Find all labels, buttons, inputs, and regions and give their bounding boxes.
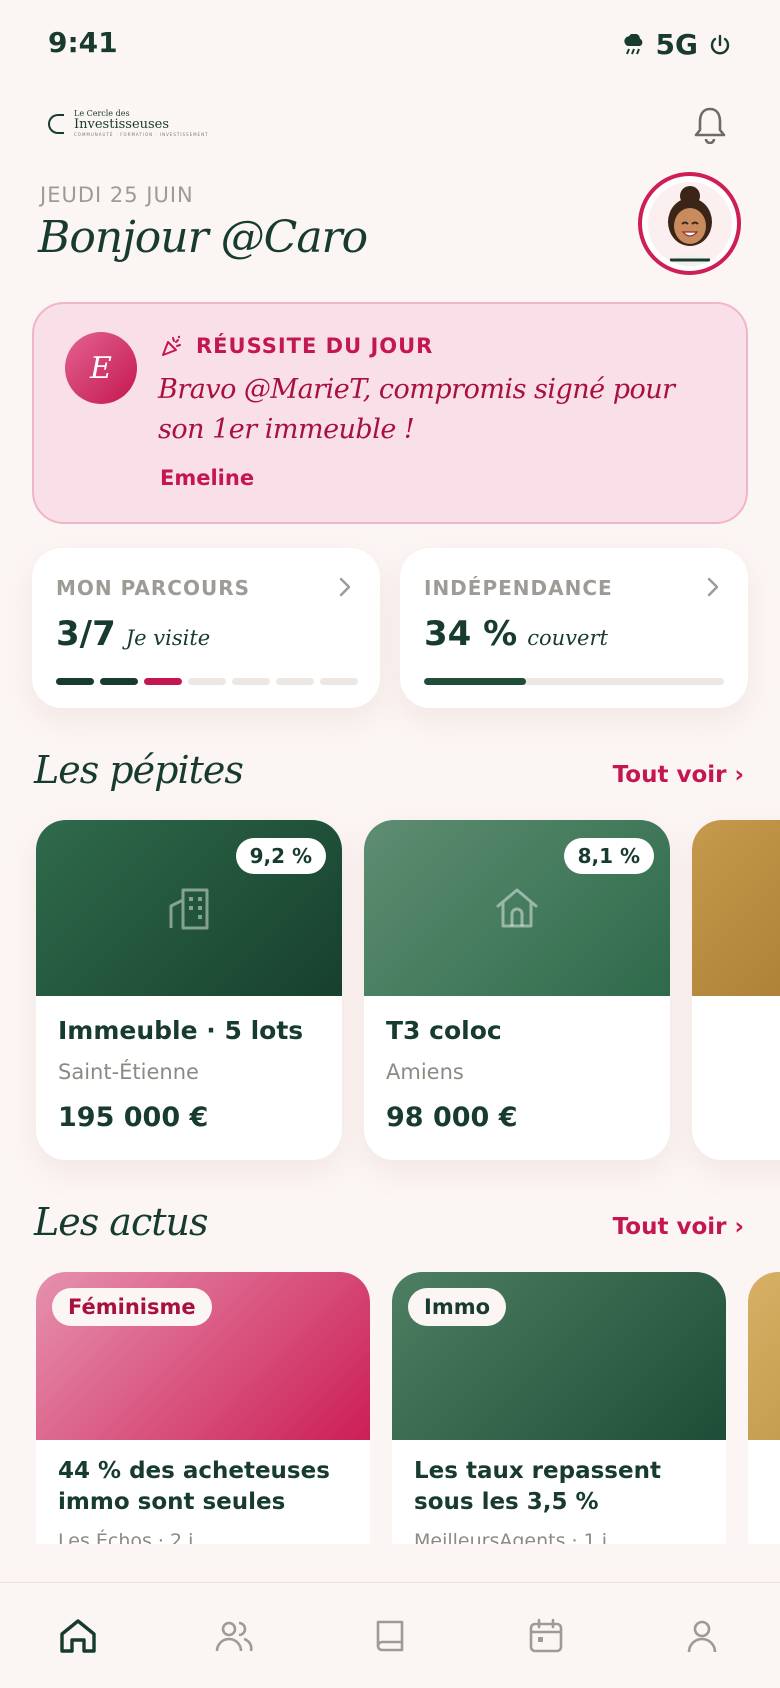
parcours-steps: [56, 678, 358, 685]
property-price: 195 000 €: [58, 1102, 209, 1133]
independance-value: 34 %: [424, 614, 518, 654]
parcours-step-segment: [144, 678, 182, 685]
brand-line2: Investisseuses: [74, 117, 170, 132]
scroll-fade: [0, 1544, 780, 1584]
tab-home[interactable]: [38, 1611, 118, 1661]
tab-calendar[interactable]: [506, 1611, 586, 1661]
tab-bar: [0, 1582, 780, 1688]
home-icon: [60, 1619, 96, 1653]
weather-icon: [623, 33, 642, 54]
news-title: 44 % des acheteuses immo sont seules: [58, 1458, 330, 1515]
news-card-partial[interactable]: [748, 1272, 780, 1572]
property-city: Amiens: [386, 1060, 464, 1084]
app-screen: 9:41 5G Le Cercle des Investisseuses COM…: [0, 0, 780, 1688]
news-card[interactable]: Immo Les taux repassent sous les 3,5 % M…: [392, 1272, 726, 1572]
success-card[interactable]: E RÉUSSITE DU JOUR Bravo @MarieT, compro…: [32, 302, 748, 524]
independance-progress-fill: [424, 678, 526, 685]
power-icon: [710, 34, 730, 54]
party-icon: [162, 335, 181, 356]
parcours-value: 3/7: [56, 614, 116, 654]
status-bar: 9:41 5G: [0, 0, 780, 90]
parcours-step-segment: [100, 678, 138, 685]
news-image: [748, 1272, 780, 1440]
building-icon: [169, 888, 209, 930]
calendar-icon: [529, 1618, 563, 1653]
current-date: JEUDI 25 JUIN: [40, 183, 194, 207]
yield-badge: 8,1 %: [563, 838, 654, 874]
parcours-step-segment: [276, 678, 314, 685]
independance-card[interactable]: INDÉPENDANCE 34 % couvert: [400, 548, 748, 708]
tab-profile[interactable]: [662, 1611, 742, 1661]
status-time: 9:41: [48, 26, 118, 59]
tab-learn[interactable]: [350, 1611, 430, 1661]
chevron-right-icon: [707, 577, 719, 597]
brand-logo: Le Cercle des Investisseuses COMMUNAUTÉ …: [48, 110, 209, 137]
parcours-step-segment: [188, 678, 226, 685]
news-title: Les taux repassent sous les 3,5 %: [414, 1458, 661, 1515]
profile-icon: [687, 1620, 717, 1653]
parcours-step-segment: [56, 678, 94, 685]
property-name: Immeuble · 5 lots: [58, 1016, 304, 1045]
news-tag: Immo: [408, 1288, 507, 1326]
tab-community[interactable]: [194, 1611, 274, 1661]
independance-sub: couvert: [527, 626, 608, 650]
brand-tagline: COMMUNAUTÉ · FORMATION · INVESTISSEMENT: [74, 132, 209, 137]
actus-see-all-link[interactable]: Tout voir ›: [613, 1214, 744, 1240]
house-icon: [496, 888, 538, 928]
independance-title: INDÉPENDANCE: [424, 576, 613, 600]
book-icon: [376, 1620, 404, 1652]
news-image: Immo: [392, 1272, 726, 1440]
greeting-title: Bonjour @Caro: [38, 212, 368, 263]
property-card[interactable]: 9,2 % Immeuble · 5 lots Saint-Étienne 19…: [36, 820, 342, 1160]
status-indicators: 5G: [622, 28, 732, 61]
parcours-step-name: Je visite: [125, 626, 211, 650]
property-city: Saint-Étienne: [58, 1060, 199, 1084]
bell-icon[interactable]: [692, 104, 728, 144]
success-label: RÉUSSITE DU JOUR: [196, 334, 434, 358]
property-price: 98 000 €: [386, 1102, 518, 1133]
success-author: Emeline: [160, 466, 255, 490]
news-tag: Féminisme: [52, 1288, 212, 1326]
property-image: [692, 820, 780, 996]
property-image: 9,2 %: [36, 820, 342, 996]
pepites-see-all-link[interactable]: Tout voir ›: [613, 762, 744, 788]
property-image: 8,1 %: [364, 820, 670, 996]
success-message: Bravo @MarieT, compromis signé pour son …: [158, 374, 675, 445]
avatar-illustration: [647, 181, 732, 266]
property-card-partial[interactable]: [692, 820, 780, 1160]
actus-title: Les actus: [34, 1200, 208, 1244]
property-name: T3 coloc: [386, 1016, 502, 1045]
independance-progress: [424, 678, 724, 685]
chevron-right-icon: [339, 577, 351, 597]
parcours-title: MON PARCOURS: [56, 576, 251, 600]
parcours-step-segment: [232, 678, 270, 685]
success-author-badge: E: [65, 332, 137, 404]
brand-mark-icon: [48, 113, 64, 134]
news-card[interactable]: Féminisme 44 % des acheteuses immo sont …: [36, 1272, 370, 1572]
property-card[interactable]: 8,1 % T3 coloc Amiens 98 000 €: [364, 820, 670, 1160]
yield-badge: 9,2 %: [235, 838, 326, 874]
network-label: 5G: [655, 28, 698, 61]
avatar[interactable]: [638, 172, 741, 275]
parcours-step-segment: [320, 678, 358, 685]
pepites-title: Les pépites: [34, 748, 244, 792]
community-icon: [215, 1621, 253, 1652]
news-image: Féminisme: [36, 1272, 370, 1440]
parcours-card[interactable]: MON PARCOURS 3/7 Je visite: [32, 548, 380, 708]
